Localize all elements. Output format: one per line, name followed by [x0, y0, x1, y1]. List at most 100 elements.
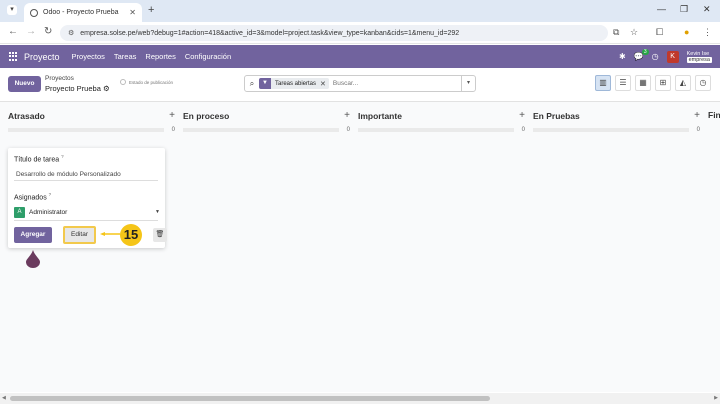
chat-icon[interactable]: 💬 3 — [634, 49, 649, 61]
column-count: 0 — [171, 127, 175, 133]
column-count: 0 — [521, 127, 525, 133]
task-title-label: Título de tarea ? — [14, 154, 64, 164]
assignee-avatar: A — [14, 206, 25, 218]
view-switcher: ▥ ☰ ▦ ⊞ ◭ ◷ — [595, 75, 711, 91]
search-facet: ▼ Tareas abiertas ✕ — [259, 78, 329, 89]
calendar-view-icon[interactable]: ▦ — [635, 75, 651, 91]
minimize-icon[interactable]: — — [657, 4, 666, 14]
column-add-icon[interactable]: + — [169, 110, 175, 121]
reload-icon[interactable]: ↻ — [44, 26, 52, 37]
browser-toolbar: ← → ↻ ⚙ empresa.solse.pe/web?debug=1#act… — [0, 22, 720, 44]
browser-tab[interactable]: Odoo - Proyecto Prueba ✕ — [24, 3, 142, 22]
graph-view-icon[interactable]: ◭ — [675, 75, 691, 91]
progress-bar — [533, 128, 689, 132]
assignees-field[interactable]: A Administrator ▼ — [14, 206, 166, 218]
publication-toggle[interactable]: Estado de publicación — [120, 79, 173, 85]
activity-view-icon[interactable]: ◷ — [695, 75, 711, 91]
input-underline — [14, 180, 158, 181]
add-button[interactable]: Agregar — [14, 227, 52, 243]
install-app-icon[interactable]: ⧉ — [613, 27, 619, 38]
debug-bug-icon[interactable]: ✱ — [619, 52, 626, 61]
column-add-icon[interactable]: + — [519, 110, 525, 121]
column-add-icon[interactable]: + — [344, 110, 350, 121]
menu-configuracion[interactable]: Configuración — [185, 52, 231, 61]
search-input[interactable] — [332, 80, 443, 87]
breadcrumb-current: Proyecto Prueba — [45, 84, 101, 93]
kanban-column: Atrasado + 0 — [8, 110, 175, 133]
menu-reportes[interactable]: Reportes — [145, 52, 175, 61]
assignees-label: Asignados ? — [14, 192, 52, 202]
filter-icon: ▼ — [259, 78, 271, 89]
back-icon[interactable]: ← — [8, 26, 18, 37]
search-bar[interactable]: ⌕ ▼ Tareas abiertas ✕ ▾ — [244, 75, 476, 92]
column-title[interactable]: En proceso — [183, 111, 229, 121]
toggle-circle-icon — [120, 79, 126, 85]
progress-bar — [358, 128, 514, 132]
user-avatar[interactable]: K — [666, 50, 679, 63]
app-menu-icon[interactable] — [9, 52, 18, 61]
scrollbar-thumb[interactable] — [10, 396, 490, 401]
column-title[interactable]: Importante — [358, 111, 402, 121]
facet-remove-icon[interactable]: ✕ — [320, 80, 329, 88]
menu-tareas[interactable]: Tareas — [114, 52, 137, 61]
column-count: 0 — [346, 127, 350, 133]
task-title-input[interactable]: Desarrollo de módulo Personalizado — [16, 171, 121, 178]
restore-icon[interactable]: ❐ — [680, 4, 688, 15]
column-count: 0 — [696, 127, 700, 133]
search-icon[interactable]: ⌕ — [245, 79, 259, 89]
pivot-view-icon[interactable]: ⊞ — [655, 75, 671, 91]
kanban-view-icon[interactable]: ▥ — [595, 75, 611, 91]
menu-proyectos[interactable]: Proyectos — [72, 52, 105, 61]
chevron-down-icon[interactable]: ▼ — [155, 209, 160, 215]
cursor-drop-icon — [26, 250, 40, 268]
user-menu[interactable]: Kevin Ise empresa — [686, 51, 712, 63]
column-add-icon[interactable]: + — [694, 110, 700, 121]
profile-icon[interactable]: ● — [684, 27, 689, 37]
edit-button[interactable]: Editar — [63, 226, 96, 244]
forward-icon[interactable]: → — [26, 26, 36, 37]
browser-tab-bar: ▾ Odoo - Proyecto Prueba ✕ + — ❐ ✕ — [0, 0, 720, 22]
list-view-icon[interactable]: ☰ — [615, 75, 631, 91]
odoo-favicon-icon — [30, 8, 38, 17]
scroll-right-icon[interactable]: ▶ — [714, 395, 718, 401]
progress-bar — [183, 128, 339, 132]
column-title[interactable]: Atrasado — [8, 111, 45, 121]
activity-clock-icon[interactable]: ◷ — [652, 52, 659, 61]
tab-search-icon[interactable]: ▾ — [7, 5, 17, 15]
company-name: empresa — [686, 56, 712, 63]
column-title[interactable]: Fin — [708, 110, 720, 120]
step-number-badge: 15 — [120, 224, 142, 246]
kanban-column: En proceso + 0 — [183, 110, 350, 133]
assignee-name: Administrator — [29, 208, 68, 216]
gear-icon[interactable]: ⚙ — [103, 84, 110, 93]
facet-label: Tareas abiertas — [275, 80, 317, 87]
trash-icon[interactable]: 🗑 — [153, 228, 167, 242]
horizontal-scrollbar[interactable]: ◀ ▶ — [0, 393, 720, 404]
odoo-navbar: Proyecto Proyectos Tareas Reportes Confi… — [0, 45, 720, 68]
url-text: empresa.solse.pe/web?debug=1#action=418&… — [80, 29, 460, 37]
help-mark: ? — [61, 154, 64, 159]
search-options-toggle-icon[interactable]: ▾ — [461, 76, 475, 91]
window-close-icon[interactable]: ✕ — [703, 4, 711, 15]
tab-title: Odoo - Proyecto Prueba — [43, 9, 119, 16]
app-name[interactable]: Proyecto — [24, 52, 60, 62]
site-info-icon[interactable]: ⚙ — [68, 29, 74, 37]
input-underline — [14, 220, 158, 221]
breadcrumb: Proyectos Proyecto Prueba ⚙ — [45, 74, 110, 94]
help-mark: ? — [48, 192, 52, 197]
scroll-left-icon[interactable]: ◀ — [2, 395, 6, 401]
bookmark-star-icon[interactable]: ☆ — [630, 27, 638, 38]
pointer-arrow-icon — [100, 232, 120, 236]
kanban-column: Importante + 0 — [358, 110, 525, 133]
publication-label: Estado de publicación — [129, 79, 174, 85]
extensions-icon[interactable]: ⧠ — [656, 27, 663, 38]
kanban-column: En Pruebas + 0 — [533, 110, 700, 133]
new-button[interactable]: Nuevo — [8, 76, 41, 92]
column-title[interactable]: En Pruebas — [533, 111, 580, 121]
breadcrumb-parent[interactable]: Proyectos — [45, 74, 110, 84]
browser-menu-icon[interactable]: ⋮ — [703, 27, 712, 38]
tab-close-icon[interactable]: ✕ — [129, 8, 136, 17]
new-tab-icon[interactable]: + — [148, 4, 154, 16]
address-bar[interactable]: ⚙ empresa.solse.pe/web?debug=1#action=41… — [60, 25, 608, 41]
kanban-column: Fin — [708, 110, 720, 120]
